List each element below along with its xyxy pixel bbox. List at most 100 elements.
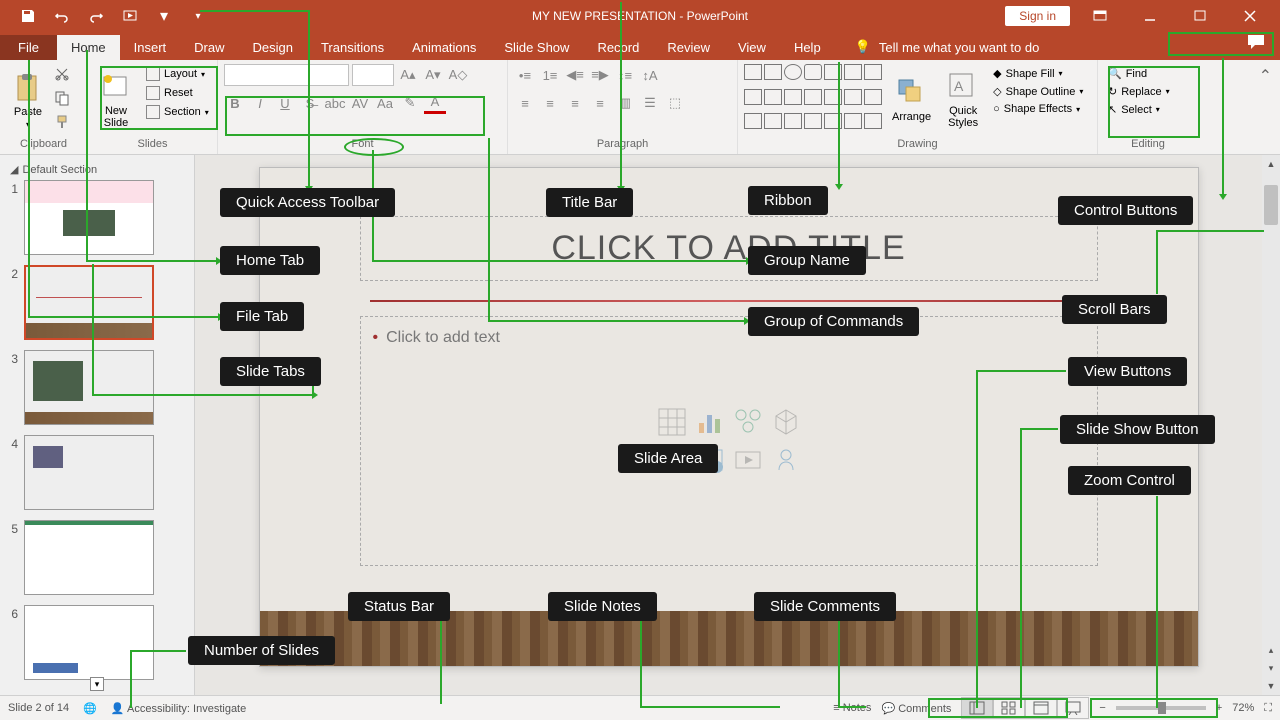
- reset-button[interactable]: Reset: [142, 85, 213, 101]
- tab-animations[interactable]: Animations: [398, 35, 490, 60]
- slide-thumbnail-3[interactable]: [24, 350, 154, 425]
- scroll-up-icon[interactable]: ▲: [1262, 155, 1280, 173]
- zoom-level[interactable]: 72%: [1232, 702, 1254, 714]
- new-slide-button[interactable]: New Slide: [94, 64, 138, 136]
- scroll-thumb[interactable]: [1264, 185, 1278, 225]
- tab-view[interactable]: View: [724, 35, 780, 60]
- next-slide-icon[interactable]: ▼: [1262, 677, 1280, 695]
- arrange-button[interactable]: Arrange: [886, 64, 937, 136]
- find-button[interactable]: 🔍Find: [1104, 66, 1174, 81]
- text-direction-button[interactable]: ↕A: [639, 64, 661, 86]
- shape-more-icon[interactable]: [864, 64, 882, 80]
- shape-arrow2-icon[interactable]: [804, 89, 822, 105]
- slide-thumbnail-4[interactable]: [24, 435, 154, 510]
- title-placeholder[interactable]: CLICK TO ADD TITLE: [360, 216, 1098, 281]
- numbering-button[interactable]: 1≡: [539, 64, 561, 86]
- slide-thumbnail-2[interactable]: [24, 265, 154, 340]
- insert-3d-icon[interactable]: [768, 404, 804, 440]
- slide-counter[interactable]: Slide 2 of 14: [8, 702, 69, 714]
- shape-star-icon[interactable]: [844, 64, 862, 80]
- insert-table-icon[interactable]: [654, 404, 690, 440]
- shape-oval-icon[interactable]: [784, 64, 802, 80]
- thumbnail-nav-dropdown[interactable]: ▾: [90, 677, 104, 691]
- zoom-handle[interactable]: [1158, 702, 1166, 714]
- align-text-button[interactable]: ☰: [639, 92, 661, 114]
- shape-brace2-icon[interactable]: [864, 89, 882, 105]
- change-case-button[interactable]: Aa: [374, 92, 396, 114]
- section-header[interactable]: ◢Default Section: [4, 159, 190, 180]
- tell-me-search[interactable]: 💡 Tell me what you want to do: [855, 39, 1040, 60]
- redo-icon[interactable]: [88, 8, 104, 24]
- tab-design[interactable]: Design: [239, 35, 307, 60]
- tab-draw[interactable]: Draw: [180, 35, 238, 60]
- bullets-button[interactable]: •≡: [514, 64, 536, 86]
- format-painter-icon[interactable]: [54, 114, 70, 135]
- comments-button[interactable]: 💬 Comments: [881, 702, 951, 715]
- ribbon-display-icon[interactable]: [1080, 2, 1120, 30]
- qat-dropdown-icon[interactable]: ▾: [156, 8, 172, 24]
- quick-styles-button[interactable]: A Quick Styles: [941, 64, 985, 136]
- reading-view-button[interactable]: [1025, 697, 1057, 719]
- slideshow-view-button[interactable]: [1057, 697, 1089, 719]
- slide-thumbnail-1[interactable]: [24, 180, 154, 255]
- maximize-button[interactable]: [1180, 2, 1220, 30]
- language-icon[interactable]: 🌐: [83, 702, 97, 715]
- undo-icon[interactable]: [54, 8, 70, 24]
- underline-button[interactable]: U: [274, 92, 296, 114]
- align-center-button[interactable]: ≡: [539, 92, 561, 114]
- shape-conn-icon[interactable]: [764, 113, 782, 129]
- sign-in-button[interactable]: Sign in: [1005, 6, 1070, 26]
- prev-slide-icon[interactable]: ▴: [1262, 641, 1280, 659]
- shape-rect-icon[interactable]: [764, 64, 782, 80]
- shape-curve-icon[interactable]: [744, 113, 762, 129]
- insert-chart-icon[interactable]: [692, 404, 728, 440]
- cut-icon[interactable]: [54, 66, 70, 87]
- shape-hex-icon[interactable]: [784, 89, 802, 105]
- decrease-indent-button[interactable]: ◀≡: [564, 64, 586, 86]
- shapes-gallery[interactable]: [744, 64, 882, 136]
- increase-font-icon[interactable]: A▴: [397, 64, 419, 86]
- font-color-button[interactable]: A: [424, 92, 446, 114]
- shape-action-icon[interactable]: [844, 113, 862, 129]
- shape-expand-icon[interactable]: [864, 113, 882, 129]
- shape-fill-button[interactable]: ◆Shape Fill▾: [989, 66, 1087, 81]
- content-placeholder[interactable]: Click to add text: [360, 316, 1098, 566]
- justify-button[interactable]: ≡: [589, 92, 611, 114]
- insert-icon-icon[interactable]: [768, 442, 804, 478]
- smartart-button[interactable]: ⬚: [664, 92, 686, 114]
- align-left-button[interactable]: ≡: [514, 92, 536, 114]
- tab-help[interactable]: Help: [780, 35, 835, 60]
- clear-format-icon[interactable]: A◇: [447, 64, 469, 86]
- vertical-scrollbar[interactable]: ▲ ▴ ▾ ▼: [1262, 155, 1280, 695]
- section-button[interactable]: Section▾: [142, 104, 213, 120]
- font-name-select[interactable]: [224, 64, 349, 86]
- shape-outline-button[interactable]: ◇Shape Outline▾: [989, 84, 1087, 99]
- insert-smartart-icon[interactable]: [730, 404, 766, 440]
- shape-line-icon[interactable]: [744, 64, 762, 80]
- columns-button[interactable]: ▥: [614, 92, 636, 114]
- close-button[interactable]: [1230, 2, 1270, 30]
- copy-icon[interactable]: [54, 90, 70, 111]
- shape-rounded-icon[interactable]: [804, 64, 822, 80]
- tab-home[interactable]: Home: [57, 35, 120, 60]
- comments-pane-icon[interactable]: [1247, 34, 1265, 60]
- tab-insert[interactable]: Insert: [120, 35, 181, 60]
- shape-brace-icon[interactable]: [844, 89, 862, 105]
- shadow-button[interactable]: abc: [324, 92, 346, 114]
- shape-penta-icon[interactable]: [764, 89, 782, 105]
- start-from-beginning-icon[interactable]: [122, 8, 138, 24]
- font-size-select[interactable]: [352, 64, 394, 86]
- insert-video-icon[interactable]: [730, 442, 766, 478]
- decrease-font-icon[interactable]: A▾: [422, 64, 444, 86]
- tab-file[interactable]: File: [0, 35, 57, 60]
- line-spacing-button[interactable]: ↕≡: [614, 64, 636, 86]
- align-right-button[interactable]: ≡: [564, 92, 586, 114]
- fit-to-window-button[interactable]: ⛶: [1264, 702, 1272, 715]
- strikethrough-button[interactable]: S̶: [299, 92, 321, 114]
- italic-button[interactable]: I: [249, 92, 271, 114]
- slide-thumbnail-5[interactable]: [24, 520, 154, 595]
- shape-conn2-icon[interactable]: [784, 113, 802, 129]
- layout-button[interactable]: Layout▾: [142, 66, 213, 82]
- shape-effects-button[interactable]: ○Shape Effects▾: [989, 102, 1087, 116]
- shape-star2-icon[interactable]: [804, 113, 822, 129]
